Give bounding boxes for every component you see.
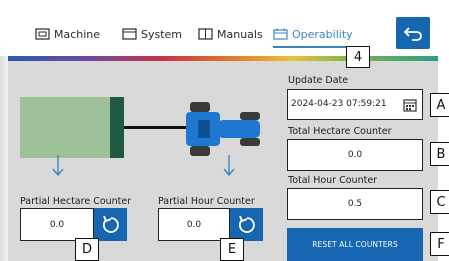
manuals-icon (198, 28, 213, 40)
tab-operability[interactable]: Operability (273, 24, 353, 48)
tab-machine-label: Machine (54, 27, 101, 41)
implement-bar (110, 97, 124, 158)
partial-hectare-reset-button[interactable] (94, 208, 127, 241)
callout-e: E (220, 238, 244, 261)
partial-hectare-value: 0.0 (20, 208, 94, 241)
tab-system-label: System (141, 27, 183, 41)
back-arrow-icon (404, 27, 422, 41)
hitch-line (124, 126, 186, 129)
tab-operability-label: Operability (292, 27, 353, 41)
reset-icon (102, 215, 119, 233)
total-hectare-label: Total Hectare Counter (288, 126, 392, 137)
total-hour-label: Total Hour Counter (288, 175, 378, 186)
down-arrow-icon (52, 155, 64, 177)
reset-icon (238, 215, 255, 233)
operability-icon (273, 28, 288, 40)
worked-area (20, 97, 112, 158)
tab-machine[interactable]: Machine (35, 24, 100, 44)
machine-icon (35, 28, 50, 40)
partial-hour-label: Partial Hour Counter (158, 196, 255, 207)
callout-a: A (430, 93, 449, 117)
reset-all-counters-button[interactable]: RESET ALL COUNTERS (287, 228, 423, 261)
partial-hour-reset-button[interactable] (230, 208, 263, 241)
total-hour-value: 0.5 (287, 188, 423, 220)
operability-screen: Machine System Manuals Operability Updat… (0, 0, 449, 261)
partial-hour-value: 0.0 (158, 208, 230, 241)
system-icon (122, 28, 137, 40)
header-bar: Machine System Manuals Operability (0, 0, 438, 56)
tab-manuals-label: Manuals (217, 27, 263, 41)
callout-4: 4 (346, 46, 370, 68)
back-button[interactable] (396, 17, 430, 49)
total-hectare-value: 0.0 (287, 139, 423, 171)
down-arrow-icon (223, 155, 235, 177)
tractor-icon (186, 102, 260, 156)
callout-d: D (75, 238, 99, 261)
update-date-value: 2024-04-23 07:59:21 (291, 99, 387, 109)
callout-c: C (430, 190, 449, 214)
partial-hectare-label: Partial Hectare Counter (20, 196, 132, 207)
active-tab-underline (273, 46, 353, 48)
update-date-field[interactable]: 2024-04-23 07:59:21 (287, 89, 423, 120)
tab-manuals[interactable]: Manuals (198, 24, 263, 44)
tab-system[interactable]: System (122, 24, 182, 44)
update-date-label: Update Date (288, 75, 349, 86)
calendar-icon[interactable] (403, 98, 417, 112)
callout-f: F (430, 232, 449, 256)
callout-b: B (430, 142, 449, 166)
